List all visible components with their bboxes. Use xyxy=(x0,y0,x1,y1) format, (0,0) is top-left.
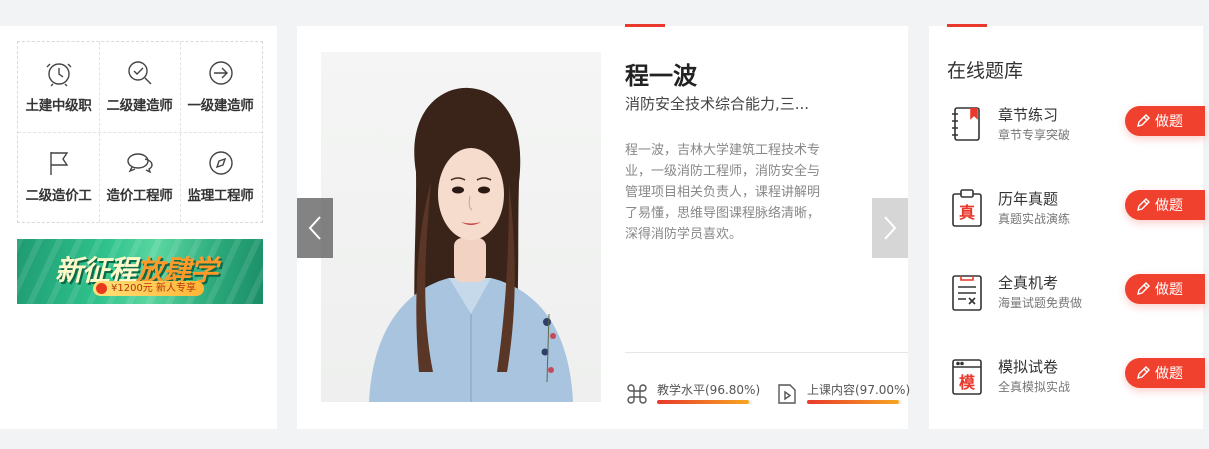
pencil-icon xyxy=(1137,114,1150,127)
category-item-erjian[interactable]: 二级建造师 xyxy=(99,42,180,132)
bank-item-sub: 海量试题免费做 xyxy=(998,296,1083,310)
category-label: 一级建造师 xyxy=(187,98,254,114)
bank-item-name: 章节练习 xyxy=(998,106,1059,124)
notebook-icon xyxy=(952,107,980,141)
question-bank-panel: 在线题库 章节练习 章节专享突破 做题 真 历年真题 真题实战演练 做题 全真机… xyxy=(929,24,1205,429)
stats-divider xyxy=(625,352,908,353)
bank-item-chapter: 章节练习 章节专享突破 做题 xyxy=(929,104,1205,154)
teacher-photo[interactable] xyxy=(321,52,601,402)
category-item-jianli[interactable]: 监理工程师 xyxy=(180,132,261,222)
icon-glyph: 真 xyxy=(959,203,975,222)
teacher-panel: 程一波 消防安全技术综合能力,三... 程一波，吉林大学建筑工程技术专业，一级消… xyxy=(297,24,911,429)
promo-banner[interactable]: 新征程放肆学 ¥1200元 新人专享 xyxy=(17,239,263,304)
question-bank-title: 在线题库 xyxy=(947,60,1024,82)
stat-progress-fill xyxy=(807,400,900,404)
icon-glyph: 模 xyxy=(959,373,976,392)
bank-item-mock-computer: 全真机考 海量试题免费做 做题 xyxy=(929,272,1205,322)
category-label: 土建中级职 xyxy=(25,98,92,114)
chevron-left-icon xyxy=(308,216,321,240)
bank-item-sub: 全真模拟实战 xyxy=(998,380,1071,394)
teacher-description: 程一波，吉林大学建筑工程技术专业，一级消防工程师，消防安全与管理项目相关负责人，… xyxy=(625,143,821,242)
bank-item-simulation: 模 模拟试卷 全真模拟实战 做题 xyxy=(929,356,1205,406)
bank-item-sub: 章节专享突破 xyxy=(998,128,1071,142)
do-exercise-button[interactable]: 做题 xyxy=(1125,358,1205,388)
magnify-check-icon xyxy=(127,61,151,85)
bank-item-name: 历年真题 xyxy=(998,190,1059,208)
teacher-subject[interactable]: 消防安全技术综合能力,三... xyxy=(625,93,809,114)
pencil-icon xyxy=(1137,366,1150,379)
bank-item-past-exams: 真 历年真题 真题实战演练 做题 xyxy=(929,188,1205,238)
do-exercise-label: 做题 xyxy=(1155,114,1183,130)
do-exercise-button[interactable]: 做题 xyxy=(1125,190,1205,220)
do-exercise-button[interactable]: 做题 xyxy=(1125,274,1205,304)
teacher-portrait xyxy=(369,87,573,402)
category-label: 二级建造师 xyxy=(106,98,173,114)
category-item-erzao[interactable]: 二级造价工 xyxy=(18,132,99,222)
stat-progress-track xyxy=(807,400,902,404)
category-label: 监理工程师 xyxy=(187,188,254,204)
pencil-icon xyxy=(1137,282,1150,295)
teacher-name: 程一波 xyxy=(625,62,697,90)
enter-arrow-icon xyxy=(208,61,233,85)
category-item-yijian[interactable]: 一级建造师 xyxy=(180,42,261,132)
prev-teacher-button[interactable] xyxy=(297,198,333,258)
bank-item-name: 模拟试卷 xyxy=(998,358,1059,376)
play-document-icon xyxy=(778,384,796,404)
accent-bar xyxy=(947,24,987,27)
compass-icon xyxy=(208,151,233,175)
next-teacher-button[interactable] xyxy=(872,198,908,258)
stat-label: 上课内容(97.00%) xyxy=(807,383,911,397)
bank-item-sub: 真题实战演练 xyxy=(998,212,1071,226)
do-exercise-label: 做题 xyxy=(1155,282,1183,298)
bank-item-name: 全真机考 xyxy=(998,274,1059,292)
accent-bar xyxy=(625,24,665,27)
pencil-icon xyxy=(1137,198,1150,211)
category-item-zaojia[interactable]: 造价工程师 xyxy=(99,132,180,222)
alarm-clock-icon xyxy=(46,63,71,87)
command-key-icon xyxy=(627,384,647,404)
stat-progress-fill xyxy=(657,400,749,404)
chat-bubbles-icon xyxy=(126,153,153,174)
category-grid: 土建中级职 二级建造师 一级建造师 二级造价工 造价工程师 监理工程师 xyxy=(17,41,263,223)
do-exercise-label: 做题 xyxy=(1155,198,1183,214)
category-panel: 土建中级职 二级建造师 一级建造师 二级造价工 造价工程师 监理工程师 新征程放… xyxy=(0,26,277,429)
category-label: 造价工程师 xyxy=(106,188,173,204)
flag-icon xyxy=(49,152,68,175)
clipboard-true-icon: 真 xyxy=(952,189,982,227)
category-label: 二级造价工 xyxy=(25,188,92,204)
banner-promo: ¥1200元 新人专享 xyxy=(93,281,204,296)
stat-label: 教学水平(96.80%) xyxy=(657,383,761,397)
do-exercise-label: 做题 xyxy=(1155,366,1183,382)
chevron-right-icon xyxy=(884,216,897,240)
exam-paper-icon xyxy=(952,275,982,311)
do-exercise-button[interactable]: 做题 xyxy=(1125,106,1205,136)
mock-paper-icon: 模 xyxy=(952,359,982,395)
stat-progress-track xyxy=(657,400,752,404)
category-item-tujian[interactable]: 土建中级职 xyxy=(18,42,99,132)
